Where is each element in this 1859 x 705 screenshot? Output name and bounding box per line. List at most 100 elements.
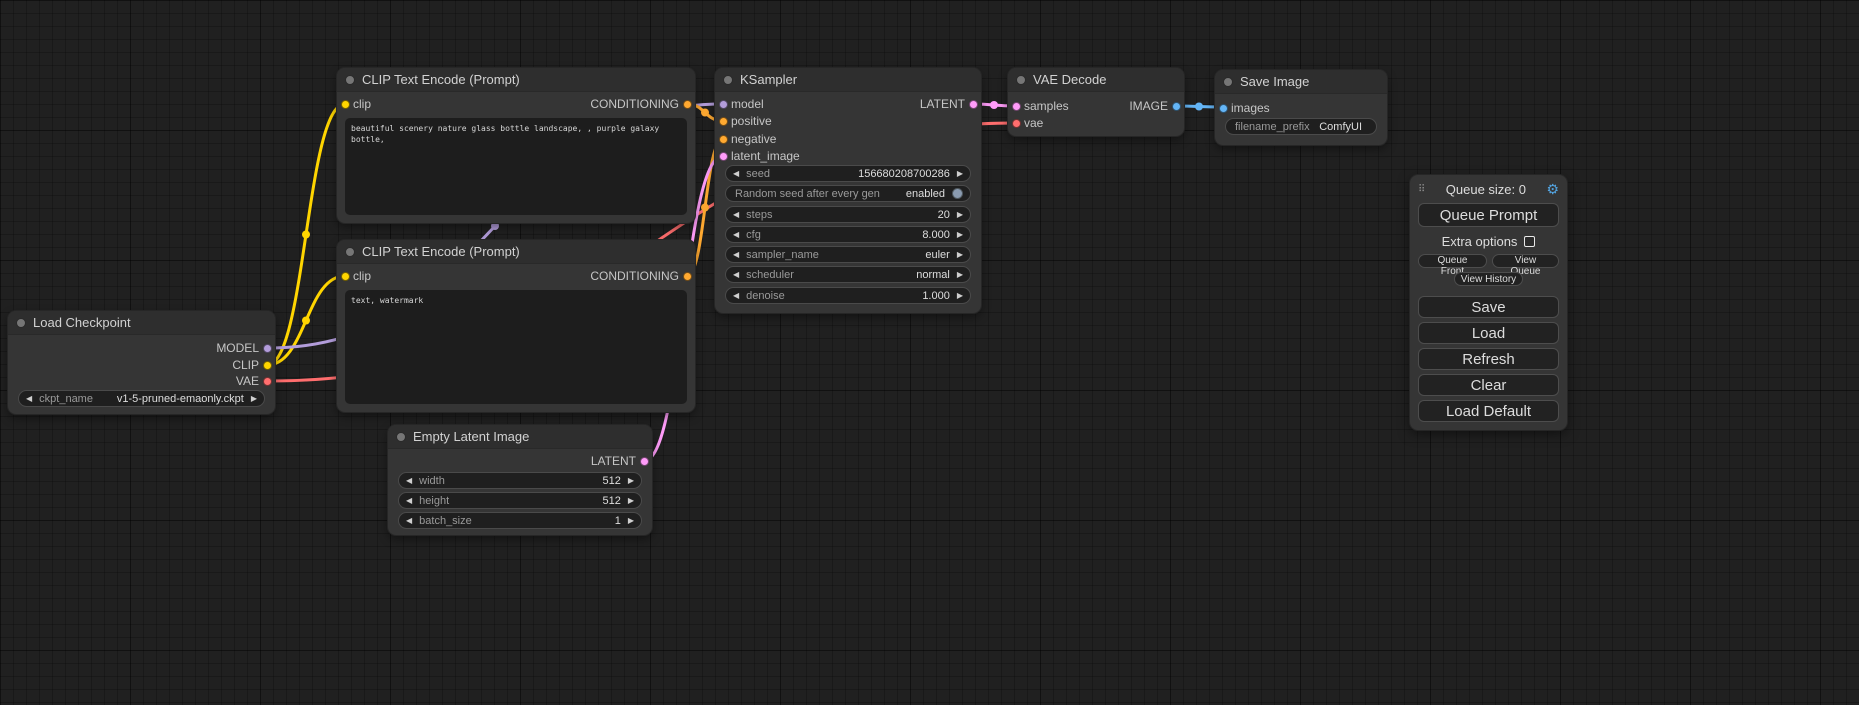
cfg-widget[interactable]: ◀ cfg 8.000 ▶ xyxy=(725,226,971,243)
input-label-model: model xyxy=(731,96,764,112)
increment-arrow-icon[interactable]: ▶ xyxy=(628,477,634,485)
output-label-conditioning: CONDITIONING xyxy=(590,96,679,112)
node-title-bar[interactable]: CLIP Text Encode (Prompt) xyxy=(337,240,695,264)
prompt-textarea[interactable]: text, watermark xyxy=(345,290,687,404)
decrement-arrow-icon[interactable]: ◀ xyxy=(406,497,412,505)
prompt-textarea[interactable]: beautiful scenery nature glass bottle la… xyxy=(345,118,687,215)
node-title: CLIP Text Encode (Prompt) xyxy=(362,244,520,259)
load-button[interactable]: Load xyxy=(1418,322,1559,344)
node-clip-text-encode-negative[interactable]: CLIP Text Encode (Prompt) clip CONDITION… xyxy=(337,240,695,412)
increment-arrow-icon[interactable]: ▶ xyxy=(957,211,963,219)
load-default-button[interactable]: Load Default xyxy=(1418,400,1559,422)
input-slot-clip[interactable] xyxy=(341,100,350,109)
collapse-dot-icon[interactable] xyxy=(16,318,26,328)
input-slot-model[interactable] xyxy=(719,100,728,109)
decrement-arrow-icon[interactable]: ◀ xyxy=(733,170,739,178)
increment-arrow-icon[interactable]: ▶ xyxy=(251,395,257,403)
extra-options-checkbox[interactable] xyxy=(1524,236,1535,247)
widget-label: seed xyxy=(746,168,770,180)
output-slot-latent[interactable] xyxy=(969,100,978,109)
width-widget[interactable]: ◀ width 512 ▶ xyxy=(398,472,642,489)
increment-arrow-icon[interactable]: ▶ xyxy=(957,292,963,300)
node-empty-latent-image[interactable]: Empty Latent Image LATENT ◀ width 512 ▶ … xyxy=(388,425,652,535)
collapse-dot-icon[interactable] xyxy=(1223,77,1233,87)
link-midpoint-dot xyxy=(990,101,998,109)
increment-arrow-icon[interactable]: ▶ xyxy=(957,170,963,178)
random-seed-widget[interactable]: Random seed after every gen enabled xyxy=(725,185,971,202)
node-title-bar[interactable]: Save Image xyxy=(1215,70,1387,94)
denoise-widget[interactable]: ◀ denoise 1.000 ▶ xyxy=(725,287,971,304)
output-slot-image[interactable] xyxy=(1172,102,1181,111)
decrement-arrow-icon[interactable]: ◀ xyxy=(733,292,739,300)
decrement-arrow-icon[interactable]: ◀ xyxy=(406,477,412,485)
decrement-arrow-icon[interactable]: ◀ xyxy=(406,517,412,525)
node-title-bar[interactable]: CLIP Text Encode (Prompt) xyxy=(337,68,695,92)
input-label-images: images xyxy=(1231,100,1270,116)
increment-arrow-icon[interactable]: ▶ xyxy=(957,251,963,259)
extra-options-label: Extra options xyxy=(1442,234,1518,249)
node-title-bar[interactable]: Load Checkpoint xyxy=(8,311,275,335)
node-clip-text-encode-positive[interactable]: CLIP Text Encode (Prompt) clip CONDITION… xyxy=(337,68,695,223)
decrement-arrow-icon[interactable]: ◀ xyxy=(733,231,739,239)
link-midpoint-dot xyxy=(1195,103,1203,111)
widget-value: 1 xyxy=(479,515,621,527)
collapse-dot-icon[interactable] xyxy=(1016,75,1026,85)
clear-button[interactable]: Clear xyxy=(1418,374,1559,396)
input-slot-clip[interactable] xyxy=(341,272,350,281)
node-load-checkpoint[interactable]: Load Checkpoint MODEL CLIP VAE ◀ ckpt_na… xyxy=(8,311,275,414)
batch-size-widget[interactable]: ◀ batch_size 1 ▶ xyxy=(398,512,642,529)
steps-widget[interactable]: ◀ steps 20 ▶ xyxy=(725,206,971,223)
output-slot-vae[interactable] xyxy=(263,377,272,386)
queue-prompt-button[interactable]: Queue Prompt xyxy=(1418,203,1559,227)
collapse-dot-icon[interactable] xyxy=(396,432,406,442)
input-slot-images[interactable] xyxy=(1219,104,1228,113)
decrement-arrow-icon[interactable]: ◀ xyxy=(733,271,739,279)
widget-value: normal xyxy=(801,269,950,281)
view-queue-button[interactable]: View Queue xyxy=(1492,254,1559,268)
refresh-button[interactable]: Refresh xyxy=(1418,348,1559,370)
output-slot-conditioning[interactable] xyxy=(683,272,692,281)
input-slot-samples[interactable] xyxy=(1012,102,1021,111)
increment-arrow-icon[interactable]: ▶ xyxy=(628,517,634,525)
increment-arrow-icon[interactable]: ▶ xyxy=(957,231,963,239)
drag-handle-icon[interactable]: ⠿ xyxy=(1418,184,1425,195)
collapse-dot-icon[interactable] xyxy=(345,75,355,85)
queue-panel-header: ⠿ Queue size: 0 ⚙ xyxy=(1418,180,1559,198)
scheduler-widget[interactable]: ◀ scheduler normal ▶ xyxy=(725,266,971,283)
output-slot-clip[interactable] xyxy=(263,361,272,370)
widget-label: width xyxy=(419,475,445,487)
ckpt-name-widget[interactable]: ◀ ckpt_name v1-5-pruned-emaonly.ckpt ▶ xyxy=(18,390,265,407)
input-slot-latent-image[interactable] xyxy=(719,152,728,161)
node-save-image[interactable]: Save Image images filename_prefix ComfyU… xyxy=(1215,70,1387,145)
output-slot-latent[interactable] xyxy=(640,457,649,466)
seed-widget[interactable]: ◀ seed 156680208700286 ▶ xyxy=(725,165,971,182)
widget-label: batch_size xyxy=(419,515,472,527)
decrement-arrow-icon[interactable]: ◀ xyxy=(26,395,32,403)
increment-arrow-icon[interactable]: ▶ xyxy=(628,497,634,505)
decrement-arrow-icon[interactable]: ◀ xyxy=(733,251,739,259)
collapse-dot-icon[interactable] xyxy=(345,247,355,257)
save-button[interactable]: Save xyxy=(1418,296,1559,318)
link-midpoint-dot xyxy=(701,109,709,117)
input-slot-vae[interactable] xyxy=(1012,119,1021,128)
queue-front-button[interactable]: Queue Front xyxy=(1418,254,1487,268)
increment-arrow-icon[interactable]: ▶ xyxy=(957,271,963,279)
output-slot-conditioning[interactable] xyxy=(683,100,692,109)
node-title-bar[interactable]: KSampler xyxy=(715,68,981,92)
height-widget[interactable]: ◀ height 512 ▶ xyxy=(398,492,642,509)
collapse-dot-icon[interactable] xyxy=(723,75,733,85)
toggle-knob-icon[interactable] xyxy=(952,188,963,199)
settings-gear-icon[interactable]: ⚙ xyxy=(1546,182,1559,196)
node-title-bar[interactable]: Empty Latent Image xyxy=(388,425,652,449)
input-slot-negative[interactable] xyxy=(719,135,728,144)
node-graph-canvas[interactable]: Load Checkpoint MODEL CLIP VAE ◀ ckpt_na… xyxy=(0,0,1859,705)
view-history-button[interactable]: View History xyxy=(1454,272,1523,286)
node-ksampler[interactable]: KSampler model positive negative latent_… xyxy=(715,68,981,313)
filename-prefix-widget[interactable]: filename_prefix ComfyUI xyxy=(1225,118,1377,135)
output-slot-model[interactable] xyxy=(263,344,272,353)
node-title-bar[interactable]: VAE Decode xyxy=(1008,68,1184,92)
decrement-arrow-icon[interactable]: ◀ xyxy=(733,211,739,219)
sampler-name-widget[interactable]: ◀ sampler_name euler ▶ xyxy=(725,246,971,263)
input-slot-positive[interactable] xyxy=(719,117,728,126)
node-vae-decode[interactable]: VAE Decode samples vae IMAGE xyxy=(1008,68,1184,136)
